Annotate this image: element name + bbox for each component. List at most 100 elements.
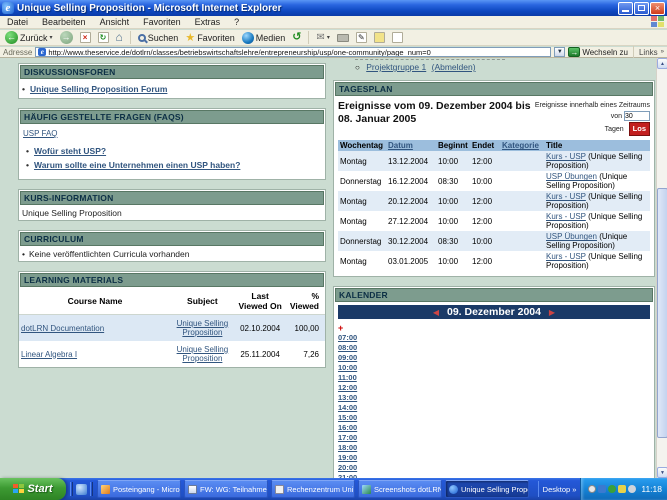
refresh-button[interactable]: ↻ (96, 30, 111, 45)
time-slot-link[interactable]: 12:00 (338, 383, 362, 393)
mail-dropdown-icon[interactable]: ▾ (327, 34, 330, 41)
add-event-link[interactable]: + (338, 323, 650, 333)
event-row: Montag 20.12.2004 10:00 12:00 Kurs - USP… (338, 191, 650, 211)
stop-button[interactable]: × (78, 30, 93, 45)
task-label: FW: WG: Teilnahme v... (200, 485, 268, 494)
go-button[interactable]: → Wechseln zu (568, 47, 628, 57)
project-group-link[interactable]: Projektgruppe 1 (366, 62, 426, 72)
menu-item[interactable]: Bearbeiten (35, 17, 93, 27)
col-course-name[interactable]: Course Name (19, 288, 171, 315)
address-dropdown-icon[interactable]: ▼ (554, 47, 565, 57)
event-link[interactable]: USP Übungen (546, 232, 597, 241)
desktop-chevron-icon[interactable]: » (572, 485, 576, 494)
menu-item[interactable]: Extras (188, 17, 228, 27)
faq-top-link[interactable]: USP FAQ (23, 129, 58, 138)
course-link[interactable]: dotLRN Documentation (21, 324, 104, 333)
discuss-button[interactable] (390, 30, 405, 45)
subject-link[interactable]: Unique Selling Proposition (177, 345, 229, 363)
time-slot-link[interactable]: 15:00 (338, 413, 362, 423)
links-label[interactable]: Links (639, 48, 658, 57)
col-subject[interactable]: Subject (171, 288, 234, 315)
scroll-up-icon[interactable]: ▲ (657, 58, 667, 69)
close-button[interactable]: × (650, 2, 665, 15)
favorites-button[interactable]: ★ Favoriten (183, 30, 236, 45)
menu-item[interactable]: ? (227, 17, 246, 27)
course-link[interactable]: Linear Algebra I (21, 350, 77, 359)
time-slot-link[interactable]: 13:00 (338, 393, 362, 403)
forward-button[interactable]: → (58, 30, 75, 45)
menu-item[interactable]: Favoriten (136, 17, 188, 27)
time-slot-link[interactable]: 08:00 (338, 343, 362, 353)
event-link[interactable]: Kurs - USP (546, 212, 586, 221)
task-button[interactable]: Screenshots dotLRN.... (358, 480, 442, 498)
desktop-toolbar[interactable]: Desktop » (538, 481, 581, 497)
event-link[interactable]: Kurs - USP (546, 252, 586, 261)
grip-handle[interactable] (90, 482, 93, 496)
col-weekday: Wochentag (338, 140, 386, 151)
media-button[interactable]: Medien (240, 30, 288, 45)
col-last-viewed[interactable]: Last Viewed On (234, 288, 287, 315)
scroll-down-icon[interactable]: ▼ (657, 467, 667, 478)
restore-button[interactable] (634, 2, 649, 15)
start-button[interactable]: Start (0, 478, 66, 500)
time-slot-link[interactable]: 09:00 (338, 353, 362, 363)
next-day-icon[interactable]: ▶ (544, 308, 560, 317)
go-arrow-icon: → (568, 47, 580, 57)
time-slot-link[interactable]: 10:00 (338, 363, 362, 373)
col-category-link[interactable]: Kategorie (502, 141, 539, 150)
vertical-scrollbar[interactable]: ▲ ▼ (656, 58, 667, 478)
edit-button[interactable]: ✎ (354, 30, 369, 45)
favorites-label: Favoriten (197, 33, 235, 43)
col-date-link[interactable]: Datum (388, 141, 413, 150)
menu-item[interactable]: Ansicht (93, 17, 137, 27)
minimize-button[interactable] (618, 2, 633, 15)
logout-link[interactable]: (Abmelden) (432, 62, 476, 72)
task-button[interactable]: FW: WG: Teilnahme v... (184, 480, 268, 498)
time-slot-link[interactable]: 19:00 (338, 453, 362, 463)
print-button[interactable] (335, 30, 351, 45)
time-slot-link[interactable]: 11:00 (338, 373, 362, 383)
days-input[interactable] (624, 111, 650, 121)
task-button[interactable]: Posteingang - Micros... (97, 480, 181, 498)
faq-question-link[interactable]: Wofür steht USP? (35, 144, 321, 158)
event-link[interactable]: USP Übungen (546, 172, 597, 181)
back-icon: ← (5, 31, 18, 44)
los-button[interactable]: Los (629, 122, 650, 136)
event-link[interactable]: Kurs - USP (546, 192, 586, 201)
home-button[interactable]: ⌂ (114, 30, 125, 45)
col-pct-viewed[interactable]: % Viewed (286, 288, 325, 315)
history-button[interactable]: ↺ (290, 30, 303, 45)
search-button[interactable]: Suchen (136, 30, 181, 45)
menu-item[interactable]: Datei (0, 17, 35, 27)
task-button[interactable]: Rechenzentrum Uni K... (271, 480, 355, 498)
time-slot-link[interactable]: 17:00 (338, 433, 362, 443)
forum-link[interactable]: Unique Selling Proposition Forum (31, 82, 325, 96)
time-slot-link[interactable]: 14:00 (338, 403, 362, 413)
faq-question-link[interactable]: Warum sollte eine Unternehmen einen USP … (35, 158, 321, 172)
time-slot-link[interactable]: 16:00 (338, 423, 362, 433)
links-chevron-icon[interactable]: » (661, 49, 664, 55)
prev-day-icon[interactable]: ◀ (428, 308, 444, 317)
time-slot-link[interactable]: 18:00 (338, 443, 362, 453)
tray-scheduler-icon[interactable] (588, 485, 596, 493)
tray-antivirus-icon[interactable] (608, 485, 616, 493)
messenger-button[interactable] (372, 30, 387, 45)
address-input[interactable]: e http://www.theservice.de/dotlrn/classe… (35, 47, 551, 57)
circle-bullet: ○ (355, 63, 360, 72)
task-button[interactable]: Unique Selling Proposi... (445, 480, 529, 498)
scrollbar-thumb[interactable] (657, 188, 667, 438)
tray-messenger-icon[interactable] (618, 485, 626, 493)
back-button[interactable]: ← Zurück ▾ (3, 30, 55, 45)
tray-volume-icon[interactable] (628, 485, 636, 493)
page-content: DISKUSSIONSFOREN Unique Selling Proposit… (0, 58, 667, 478)
back-dropdown-icon[interactable]: ▾ (50, 34, 53, 41)
time-slot-link[interactable]: 20:00 (338, 463, 362, 473)
subject-link[interactable]: Unique Selling Proposition (177, 319, 229, 337)
time-slot-link[interactable]: 07:00 (338, 333, 362, 343)
project-group-line: ○ Projektgruppe 1 (Abmelden) (333, 60, 655, 74)
tray-network-icon[interactable] (598, 485, 606, 493)
mail-button[interactable]: ✉ ▾ (314, 30, 331, 45)
grip-handle[interactable] (70, 482, 73, 496)
event-link[interactable]: Kurs - USP (546, 152, 586, 161)
quick-launch-icon[interactable] (76, 484, 87, 495)
